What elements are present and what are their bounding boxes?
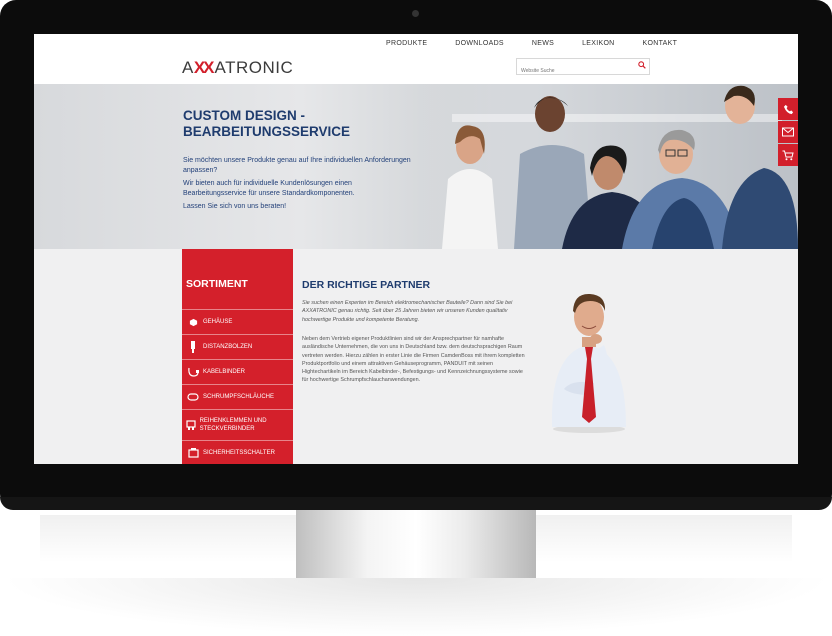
hero-title-line-1: CUSTOM DESIGN - xyxy=(183,108,306,123)
sortiment-item-sicherheitsschalter[interactable]: SICHERHEITSSCHALTER xyxy=(182,440,293,464)
standoff-icon xyxy=(191,341,195,353)
sortiment-item-kabelbinder[interactable]: KABELBINDER xyxy=(182,359,293,384)
hero-paragraph-2: Wir bieten auch für individuelle Kundenl… xyxy=(183,180,355,197)
sortiment-item-label: SICHERHEITSSCHALTER xyxy=(203,450,275,456)
nav-lexikon[interactable]: LEXIKON xyxy=(582,40,614,47)
sortiment-item-label: REIHENKLEMMEN UND STECKVERBINDER xyxy=(199,418,267,432)
sortiment-item-label: DISTANZBOLZEN xyxy=(203,344,253,350)
content-section: SORTIMENT GEHÄUSE DISTANZBOLZEN KABELBIN… xyxy=(34,249,798,464)
logo-suffix: ATRONIC xyxy=(214,58,294,77)
hero-paragraph-3: Lassen Sie sich von uns beraten! xyxy=(183,203,287,210)
sortiment-sidebar: SORTIMENT GEHÄUSE DISTANZBOLZEN KABELBIN… xyxy=(182,249,293,464)
hero-paragraph-1: Sie möchten unsere Produkte genau auf Ih… xyxy=(183,157,411,174)
site-logo[interactable]: AXX ATRONIC xyxy=(182,58,293,78)
sortiment-item-label: SCHRUMPFSCHLÄUCHE xyxy=(203,394,275,400)
logo-x-mark: XX xyxy=(193,58,215,77)
monitor-chin xyxy=(0,497,832,510)
email-tab[interactable] xyxy=(778,121,798,143)
monitor-base xyxy=(0,578,832,636)
businessman-photo xyxy=(551,293,626,433)
sortiment-item-schrumpfschlaeuche[interactable]: SCHRUMPFSCHLÄUCHE xyxy=(182,384,293,409)
cart-tab[interactable] xyxy=(778,144,798,166)
main-nav: PRODUKTE DOWNLOADS NEWS LEXIKON KONTAKT xyxy=(386,40,705,47)
sortiment-item-gehaeuse[interactable]: GEHÄUSE xyxy=(182,309,293,334)
mail-icon xyxy=(782,127,794,137)
hero-title: CUSTOM DESIGN - BEARBEITUNGSSERVICE xyxy=(183,108,350,140)
hero-title-line-2: BEARBEITUNGSSERVICE xyxy=(183,124,351,139)
sortiment-item-distanzbolzen[interactable]: DISTANZBOLZEN xyxy=(182,334,293,359)
monitor-bezel: AXX ATRONIC PRODUKTE DOWNLOADS NEWS LEXIK… xyxy=(0,0,832,510)
box-icon xyxy=(189,318,197,326)
sortiment-title: SORTIMENT xyxy=(186,278,248,290)
hero-text: Sie möchten unsere Produkte genau auf Ih… xyxy=(183,156,413,216)
nav-downloads[interactable]: DOWNLOADS xyxy=(455,40,504,47)
nav-produkte[interactable]: PRODUKTE xyxy=(386,40,427,47)
partner-body: Neben dem Vertrieb eigener Produktlinien… xyxy=(302,336,525,384)
phone-icon xyxy=(783,104,793,114)
search-icon[interactable] xyxy=(638,61,646,69)
search-box xyxy=(516,58,650,78)
partner-heading: DER RICHTIGE PARTNER xyxy=(302,279,431,291)
terminal-block-icon xyxy=(186,419,196,430)
phone-tab[interactable] xyxy=(778,98,798,120)
hero-banner: CUSTOM DESIGN - BEARBEITUNGSSERVICE Sie … xyxy=(34,84,798,249)
sortiment-item-label: KABELBINDER xyxy=(203,369,246,375)
search-input[interactable] xyxy=(517,64,631,78)
sortiment-item-label: GEHÄUSE xyxy=(203,319,233,325)
monitor-stand xyxy=(296,510,536,586)
website-screen: AXX ATRONIC PRODUKTE DOWNLOADS NEWS LEXIK… xyxy=(34,34,798,464)
heat-shrink-icon xyxy=(187,393,199,401)
webcam xyxy=(412,10,419,17)
team-photo xyxy=(422,84,798,249)
logo-prefix: A xyxy=(182,58,194,77)
side-action-tabs xyxy=(778,98,798,167)
nav-news[interactable]: NEWS xyxy=(532,40,554,47)
safety-switch-icon xyxy=(187,448,199,458)
cart-icon xyxy=(782,150,794,160)
nav-kontakt[interactable]: KONTAKT xyxy=(643,40,678,47)
sortiment-item-reihenklemmen[interactable]: REIHENKLEMMEN UND STECKVERBINDER xyxy=(182,409,293,440)
partner-intro: Sie suchen einen Experten im Bereich ele… xyxy=(302,300,513,323)
cable-tie-icon xyxy=(187,367,199,377)
